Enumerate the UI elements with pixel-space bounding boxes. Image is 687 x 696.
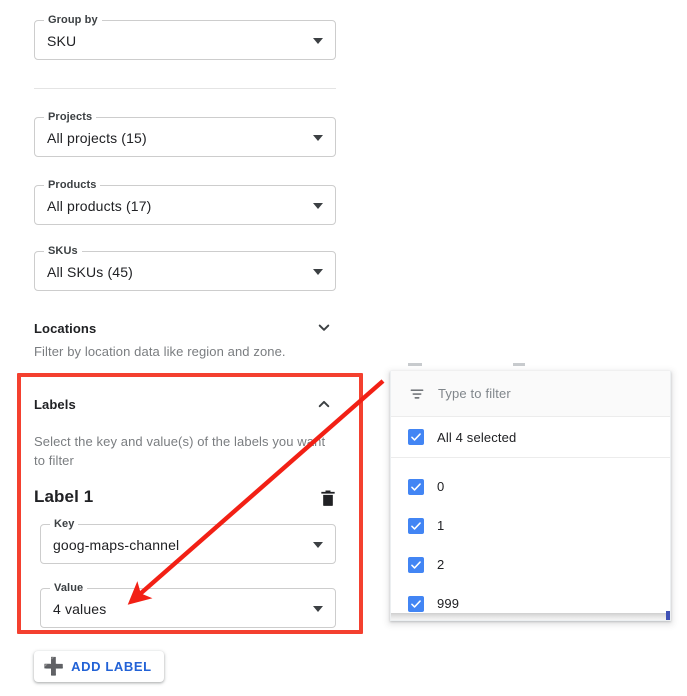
projects-legend: Projects [44, 111, 96, 123]
caret-down-icon[interactable] [313, 135, 323, 141]
products-select[interactable]: Products All products (17) [34, 185, 336, 225]
checkbox-checked-icon[interactable] [408, 557, 424, 573]
screenshot-root: Group by SKU Projects All projects (15) … [0, 0, 687, 696]
projects-value: All projects (15) [47, 129, 147, 147]
dropdown-select-all-row[interactable]: All 4 selected [391, 417, 670, 458]
value-dropdown-panel: Type to filter All 4 selected 0 [390, 371, 671, 621]
caret-down-icon[interactable] [313, 542, 323, 548]
add-label-button[interactable]: ➕ ADD LABEL [34, 651, 164, 682]
filter-panel: Group by SKU Projects All projects (15) … [0, 0, 372, 696]
caret-down-icon[interactable] [313, 38, 323, 44]
horizontal-scrollbar[interactable] [391, 613, 671, 620]
dropdown-select-all-label: All 4 selected [437, 430, 516, 445]
add-label-button-text: ADD LABEL [71, 659, 152, 674]
chevron-down-icon[interactable] [313, 317, 335, 339]
label-value-legend: Value [50, 582, 87, 594]
locations-section-description: Filter by location data like region and … [34, 342, 324, 361]
list-item-label: 0 [437, 479, 444, 494]
label-key-select[interactable]: Key goog-maps-channel [40, 524, 336, 564]
checkbox-checked-icon[interactable] [408, 429, 424, 445]
group-by-select[interactable]: Group by SKU [34, 20, 336, 60]
list-item[interactable]: 1 [391, 506, 670, 545]
list-item[interactable]: 0 [391, 467, 670, 506]
caret-down-icon[interactable] [313, 269, 323, 275]
chevron-up-icon[interactable] [313, 393, 335, 415]
list-item-label: 1 [437, 518, 444, 533]
checkbox-checked-icon[interactable] [408, 479, 424, 495]
products-value: All products (17) [47, 197, 151, 215]
label-key-legend: Key [50, 518, 78, 530]
label-value-select[interactable]: Value 4 values [40, 588, 336, 628]
labels-section-title[interactable]: Labels [34, 397, 76, 412]
label-entry-title: Label 1 [34, 487, 93, 507]
projects-select[interactable]: Projects All projects (15) [34, 117, 336, 157]
skus-legend: SKUs [44, 245, 82, 257]
checkbox-checked-icon[interactable] [408, 518, 424, 534]
dropdown-filter-input[interactable]: Type to filter [391, 371, 670, 417]
dropdown-list-spacer [391, 458, 670, 467]
scrollbar-thumb[interactable] [666, 611, 671, 620]
checkbox-checked-icon[interactable] [408, 596, 424, 612]
list-item-label: 999 [437, 596, 459, 611]
filter-list-icon [408, 385, 426, 403]
list-item[interactable]: 2 [391, 545, 670, 584]
skus-select[interactable]: SKUs All SKUs (45) [34, 251, 336, 291]
list-item-label: 2 [437, 557, 444, 572]
section-divider [34, 88, 336, 89]
label-key-value: goog-maps-channel [53, 536, 179, 554]
locations-section-title[interactable]: Locations [34, 321, 96, 336]
label-value-value: 4 values [53, 600, 106, 618]
plus-icon: ➕ [43, 658, 64, 675]
caret-down-icon[interactable] [313, 203, 323, 209]
products-legend: Products [44, 179, 100, 191]
skus-value: All SKUs (45) [47, 263, 133, 281]
labels-section-description: Select the key and value(s) of the label… [34, 432, 330, 470]
group-by-value: SKU [47, 32, 76, 50]
trash-icon[interactable] [318, 487, 338, 509]
group-by-legend: Group by [44, 14, 102, 26]
caret-down-icon[interactable] [313, 606, 323, 612]
dropdown-filter-placeholder: Type to filter [438, 386, 511, 401]
